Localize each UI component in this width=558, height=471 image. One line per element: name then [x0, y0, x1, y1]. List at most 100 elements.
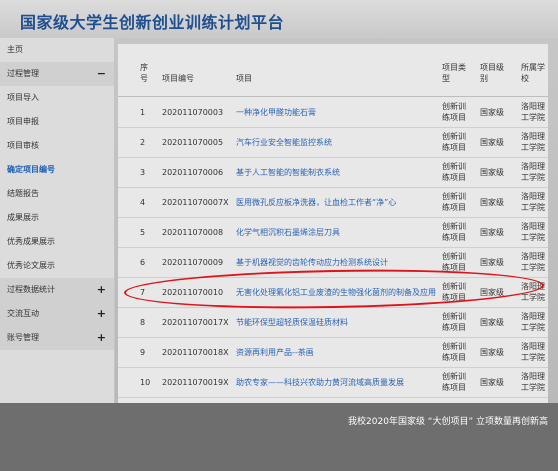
cell-index-text: 2	[140, 137, 146, 147]
cell-project-type: 创新训练项目	[442, 337, 472, 367]
sidebar-item-label: 项目导入	[7, 93, 39, 102]
cell-project-level-text: 国家级	[480, 257, 504, 267]
header-type: 项目类型	[442, 63, 466, 83]
table-row: 8 202011070017X 节能环保型超轻质保温硅质材料 创新训练项目 国家级 洛阳理…	[118, 307, 548, 338]
cell-school-text: 洛阳理工学院	[521, 192, 545, 212]
cell-project-code: 202011070005	[162, 127, 232, 157]
cell-project-type-text: 创新训练项目	[442, 372, 466, 392]
sidebar-item-project-import[interactable]: 项目导入	[0, 86, 114, 110]
sidebar-item-label: 交流互动	[7, 309, 39, 318]
expand-icon[interactable]: +	[97, 326, 106, 350]
cell-index: 6	[140, 247, 158, 277]
sidebar-item-label: 项目审核	[7, 141, 39, 150]
cell-project-type-text: 创新训练项目	[442, 252, 466, 272]
cell-project-code: 202011070006	[162, 157, 232, 187]
cell-project-level: 国家级	[480, 367, 514, 397]
cell-project-type: 创新训练项目	[442, 97, 472, 127]
cell-project-level-text: 国家级	[480, 227, 504, 237]
cell-project-level: 国家级	[480, 217, 514, 247]
cell-project-code: 202011070018X	[162, 337, 232, 367]
cell-index-text: 6	[140, 257, 146, 267]
sidebar-item-excellent-achievements[interactable]: 优秀成果展示	[0, 230, 114, 254]
sidebar-item-label: 账号管理	[7, 333, 39, 342]
cell-project-level: 国家级	[480, 187, 514, 217]
cell-project-level: 国家级	[480, 97, 514, 127]
sidebar-item-home[interactable]: 主页	[0, 38, 114, 62]
cell-project-type: 创新训练项目	[442, 307, 472, 337]
sidebar-item-final-report[interactable]: 结题报告	[0, 182, 114, 206]
project-name-link[interactable]: 节能环保型超轻质保温硅质材料	[236, 307, 438, 337]
sidebar-item-assign-project-number[interactable]: 确定项目编号	[0, 158, 114, 182]
cell-project-type-text: 创新训练项目	[442, 132, 466, 152]
cell-project-code: 202011070019X	[162, 367, 232, 397]
cell-project-code: 202011070003	[162, 97, 232, 127]
cell-school-text: 洛阳理工学院	[521, 312, 545, 332]
cell-school-text: 洛阳理工学院	[521, 372, 545, 392]
table-row: 10 202011070019X 助农专家——科技兴农助力黄河流域高质量发展 创新训练…	[118, 367, 548, 398]
sidebar-item-achievements[interactable]: 成果展示	[0, 206, 114, 230]
sidebar-item-label: 优秀成果展示	[7, 237, 55, 246]
cell-project-code: 202011070017X	[162, 307, 232, 337]
project-name-link[interactable]: 化学气相沉积石墨烯涂层刀具	[236, 217, 438, 247]
sidebar-group-process-statistics[interactable]: 过程数据统计 +	[0, 278, 114, 302]
project-name-link-text: 资源再利用产品--茶画	[236, 347, 314, 357]
table-row: 5 202011070008 化学气相沉积石墨烯涂层刀具 创新训练项目 国家级 洛阳理工学…	[118, 217, 548, 248]
cell-school-text: 洛阳理工学院	[521, 102, 545, 122]
sidebar-item-label: 成果展示	[7, 213, 39, 222]
cell-project-type-text: 创新训练项目	[442, 192, 466, 212]
project-name-link[interactable]: 资源再利用产品--茶画	[236, 337, 438, 367]
table-row: 9 202011070018X 资源再利用产品--茶画 创新训练项目 国家级 洛阳理工学院	[118, 337, 548, 368]
sidebar-group-account-management[interactable]: 账号管理 +	[0, 326, 114, 350]
cell-project-type: 创新训练项目	[442, 187, 472, 217]
cell-project-type-text: 创新训练项目	[442, 312, 466, 332]
cell-index-text: 3	[140, 167, 146, 177]
sidebar-group-communication[interactable]: 交流互动 +	[0, 302, 114, 326]
header-code: 项目编号	[162, 74, 194, 83]
expand-icon[interactable]: +	[97, 278, 106, 302]
collapse-icon[interactable]: −	[97, 62, 106, 86]
cell-project-level-text: 国家级	[480, 347, 504, 357]
sidebar-item-excellent-papers[interactable]: 优秀论文展示	[0, 254, 114, 278]
cell-index: 3	[140, 157, 158, 187]
table-header: 序号 项目编号 项目 项目类型 项目级别 所属学校	[118, 56, 548, 97]
cell-project-type-text: 创新训练项目	[442, 222, 466, 242]
cell-project-type-text: 创新训练项目	[442, 162, 466, 182]
sidebar-group-process-management[interactable]: 过程管理 −	[0, 62, 114, 86]
project-table: 序号 项目编号 项目 项目类型 项目级别 所属学校 1 202011070003 一…	[118, 44, 548, 403]
header-school: 所属学校	[521, 63, 545, 83]
expand-icon[interactable]: +	[97, 302, 106, 326]
caption-text: 我校2020年国家级 “大创项目” 立项数量再创新高	[348, 417, 548, 427]
cell-project-level-text: 国家级	[480, 197, 504, 207]
cell-project-type: 创新训练项目	[442, 217, 472, 247]
project-name-link-text: 助农专家——科技兴农助力黄河流域高质量发展	[236, 377, 404, 387]
project-name-link-text: 基于人工智能的智能制衣系统	[236, 167, 340, 177]
cell-school-text: 洛阳理工学院	[521, 342, 545, 362]
cell-school: 洛阳理工学院	[521, 97, 547, 127]
cell-project-type: 创新训练项目	[442, 367, 472, 397]
project-name-link[interactable]: 医用微孔反应板净洗器，让血检工作者“净”心	[236, 187, 438, 217]
app-header: 国家级大学生创新创业训练计划平台	[0, 0, 558, 38]
cell-project-level-text: 国家级	[480, 137, 504, 147]
cell-index: 8	[140, 307, 158, 337]
table-row: 3 202011070006 基于人工智能的智能制衣系统 创新训练项目 国家级 洛阳理工学…	[118, 157, 548, 188]
project-name-link[interactable]: 汽车行业安全智能监控系统	[236, 127, 438, 157]
cell-index-text: 4	[140, 197, 146, 207]
cell-index: 9	[140, 337, 158, 367]
project-name-link[interactable]: 一种净化甲醛功能石膏	[236, 97, 438, 127]
sidebar-item-project-application[interactable]: 项目申报	[0, 110, 114, 134]
cell-school: 洛阳理工学院	[521, 127, 547, 157]
cell-school: 洛阳理工学院	[521, 367, 547, 397]
cell-project-level: 国家级	[480, 337, 514, 367]
project-name-link[interactable]: 基于人工智能的智能制衣系统	[236, 157, 438, 187]
screenshot-frame: 国家级大学生创新创业训练计划平台 主页 过程管理 − 项目导入 项目申报 项目审…	[0, 0, 558, 403]
project-name-link[interactable]: 助农专家——科技兴农助力黄河流域高质量发展	[236, 367, 438, 397]
sidebar-item-project-review[interactable]: 项目审核	[0, 134, 114, 158]
sidebar-item-label: 主页	[7, 45, 23, 54]
sidebar: 主页 过程管理 − 项目导入 项目申报 项目审核 确定项目编号 结题报告 成果展…	[0, 38, 115, 403]
project-name-link-text: 节能环保型超轻质保温硅质材料	[236, 317, 348, 327]
project-name-link-text: 汽车行业安全智能监控系统	[236, 137, 332, 147]
cell-project-level: 国家级	[480, 157, 514, 187]
app-title: 国家级大学生创新创业训练计划平台	[20, 13, 285, 32]
sidebar-item-label: 结题报告	[7, 189, 39, 198]
cell-project-level-text: 国家级	[480, 167, 504, 177]
